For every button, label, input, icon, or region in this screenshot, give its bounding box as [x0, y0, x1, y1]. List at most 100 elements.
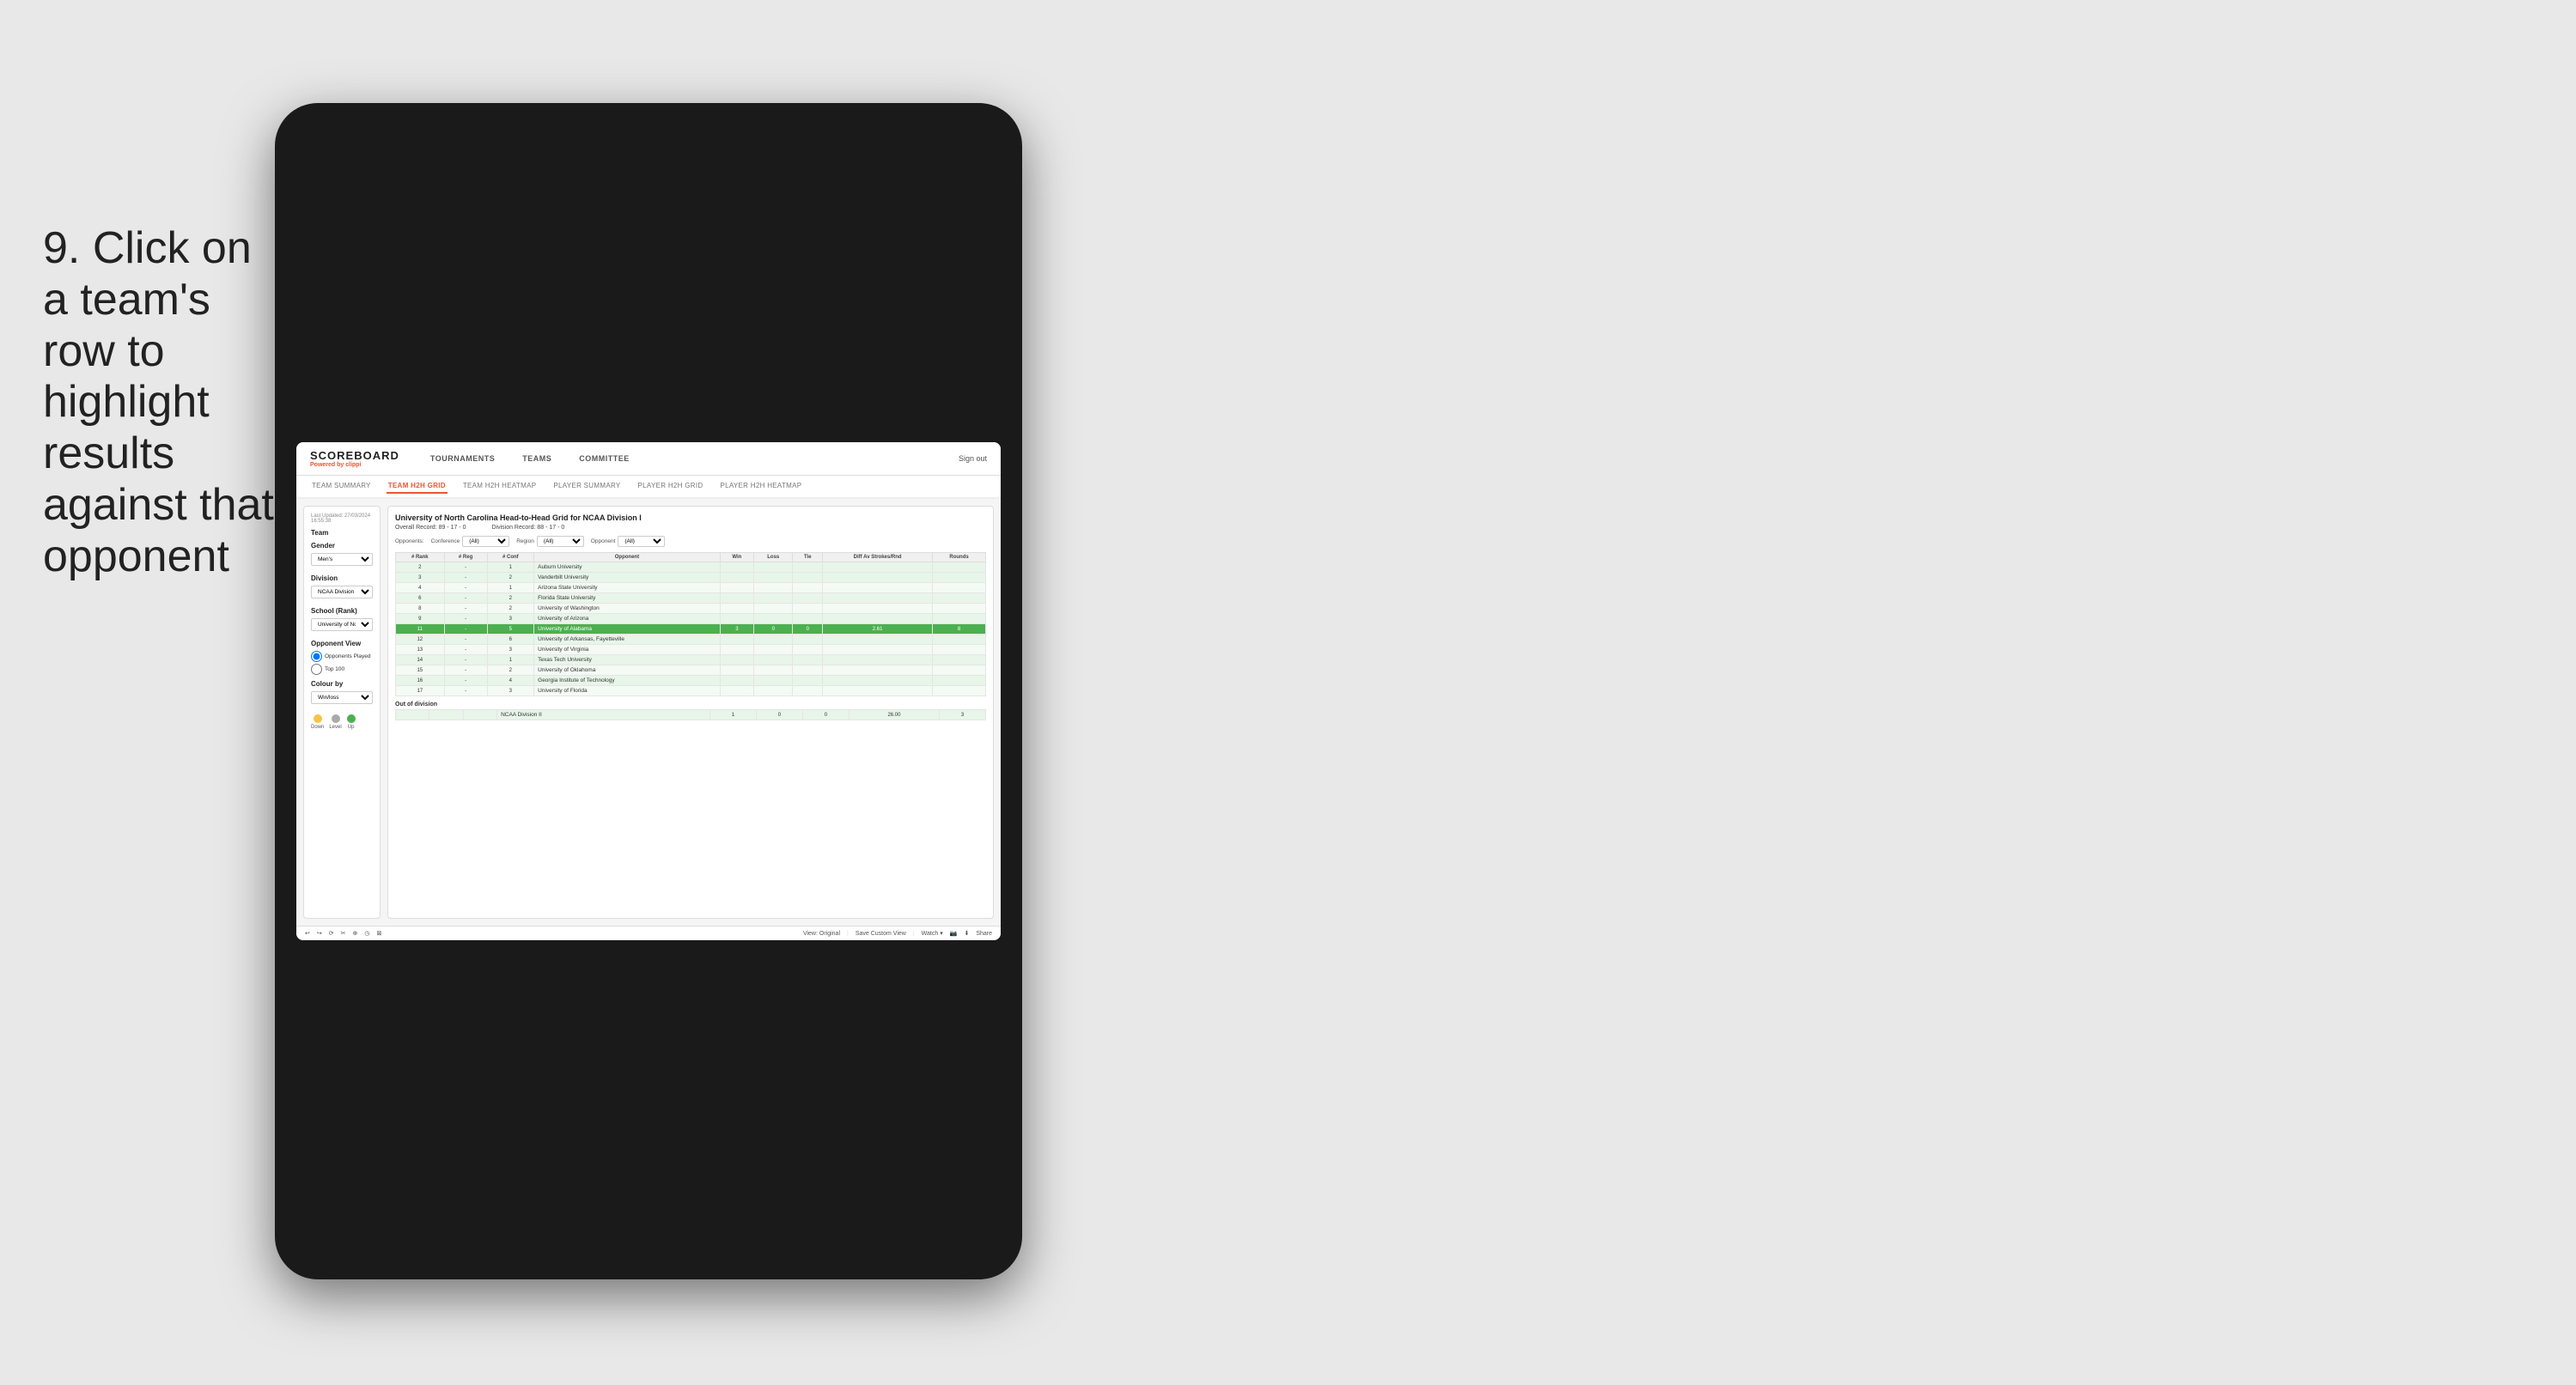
table-row[interactable]: 11-5University of Alabama3002.618 — [396, 624, 986, 635]
table-row[interactable]: 15-2University of Oklahoma — [396, 665, 986, 676]
ood-label: NCAA Division II — [497, 710, 710, 720]
col-loss: Loss — [754, 553, 793, 562]
tab-team-summary[interactable]: TEAM SUMMARY — [310, 479, 373, 494]
camera-btn[interactable]: 📷 — [950, 930, 958, 937]
table-row[interactable]: 16-4Georgia Institute of Technology — [396, 676, 986, 686]
opponent-name: University of Arkansas, Fayetteville — [534, 635, 721, 645]
school-select[interactable]: University of Nort... — [311, 618, 373, 631]
redo-btn[interactable]: ↪ — [317, 930, 322, 937]
colour-by-label: Colour by — [311, 680, 373, 688]
table-row[interactable]: 13-3University of Virginia — [396, 645, 986, 655]
school-label: School (Rank) — [311, 607, 373, 615]
opponent-name: Auburn University — [534, 562, 721, 573]
add-btn[interactable]: ⊕ — [353, 930, 358, 937]
nav-committee[interactable]: COMMITTEE — [574, 451, 635, 466]
table-title: University of North Carolina Head-to-Hea… — [395, 513, 986, 522]
tab-team-h2h-grid[interactable]: TEAM H2H GRID — [387, 479, 448, 494]
top-nav: SCOREBOARD Powered by clippi TOURNAMENTS… — [296, 442, 1001, 476]
out-of-division-row[interactable]: NCAA Division II 1 0 0 26.00 3 — [396, 710, 986, 720]
table-row[interactable]: 9-3University of Arizona — [396, 614, 986, 624]
region-filter: Region (All) — [516, 536, 584, 547]
legend-down: Down — [311, 714, 324, 730]
opponent-name: Georgia Institute of Technology — [534, 676, 721, 686]
undo-btn[interactable]: ↩ — [305, 930, 310, 937]
col-tie: Tie — [793, 553, 823, 562]
division-label: Division — [311, 574, 373, 582]
overall-record: Overall Record: 89 - 17 - 0 — [395, 525, 466, 531]
table-row[interactable]: 14-1Texas Tech University — [396, 655, 986, 665]
tab-player-summary[interactable]: PLAYER SUMMARY — [551, 479, 622, 494]
legend-up: Up — [347, 714, 356, 730]
out-of-division-table: NCAA Division II 1 0 0 26.00 3 — [395, 709, 986, 720]
radio-top100[interactable]: Top 100 — [311, 664, 373, 675]
ood-win: 1 — [710, 710, 757, 720]
device-screen: SCOREBOARD Powered by clippi TOURNAMENTS… — [296, 442, 1001, 940]
logo-area: SCOREBOARD Powered by clippi — [310, 449, 399, 468]
ood-rounds: 3 — [939, 710, 985, 720]
tab-team-h2h-heatmap[interactable]: TEAM H2H HEATMAP — [461, 479, 539, 494]
table-row[interactable]: 17-3University of Florida — [396, 686, 986, 696]
col-win: Win — [720, 553, 753, 562]
division-record: Division Record: 88 - 17 - 0 — [491, 525, 564, 531]
ood-tie: 0 — [802, 710, 849, 720]
table-row[interactable]: 6-2Florida State University — [396, 593, 986, 604]
opponent-view-radio: Opponents Played Top 100 — [311, 651, 373, 675]
region-select[interactable]: (All) — [537, 536, 584, 547]
opponent-name: University of Washington — [534, 604, 721, 614]
opponent-name: University of Arizona — [534, 614, 721, 624]
table-row[interactable]: 3-2Vanderbilt University — [396, 573, 986, 583]
table-row[interactable]: 12-6University of Arkansas, Fayetteville — [396, 635, 986, 645]
view-original-btn[interactable]: View: Original — [803, 931, 840, 937]
nav-teams[interactable]: TEAMS — [517, 451, 557, 466]
sidebar: Last Updated: 27/03/2024 16:55:38 Team G… — [303, 506, 381, 919]
col-conf: # Conf — [487, 553, 534, 562]
device-frame: SCOREBOARD Powered by clippi TOURNAMENTS… — [275, 103, 1022, 1279]
gender-label: Gender — [311, 542, 373, 550]
opponent-select[interactable]: (All) — [618, 536, 665, 547]
level-dot — [332, 714, 340, 723]
last-updated: Last Updated: 27/03/2024 16:55:38 — [311, 513, 373, 524]
share-btn[interactable]: Share — [976, 931, 992, 937]
radio-opponents-played[interactable]: Opponents Played — [311, 651, 373, 662]
col-rank: # Rank — [396, 553, 445, 562]
opponent-name: University of Florida — [534, 686, 721, 696]
opponent-view-label: Opponent View — [311, 640, 373, 647]
up-dot — [347, 714, 356, 723]
filter-btn[interactable]: ⊠ — [376, 930, 381, 937]
main-content: Last Updated: 27/03/2024 16:55:38 Team G… — [296, 499, 1001, 926]
nav-tournaments[interactable]: TOURNAMENTS — [425, 451, 500, 466]
watch-btn[interactable]: Watch ▾ — [922, 930, 943, 937]
table-header-row: # Rank # Reg # Conf Opponent Win Loss Ti… — [396, 553, 986, 562]
ood-loss: 0 — [756, 710, 802, 720]
h2h-table: # Rank # Reg # Conf Opponent Win Loss Ti… — [395, 552, 986, 696]
table-row[interactable]: 2-1Auburn University — [396, 562, 986, 573]
out-of-division-label: Out of division — [395, 702, 986, 708]
out-of-division-section: Out of division NCAA Division II 1 0 0 — [395, 702, 986, 720]
tab-player-h2h-heatmap[interactable]: PLAYER H2H HEATMAP — [718, 479, 803, 494]
filter-row: Opponents: Conference (All) Region (All) — [395, 536, 986, 547]
clock-btn[interactable]: ◷ — [364, 930, 369, 937]
refresh-btn[interactable]: ⟳ — [329, 930, 334, 937]
conference-select[interactable]: (All) — [462, 536, 509, 547]
cut-btn[interactable]: ✂ — [341, 930, 346, 937]
division-select[interactable]: NCAA Division I — [311, 586, 373, 598]
table-row[interactable]: 8-2University of Washington — [396, 604, 986, 614]
opponent-name: University of Oklahoma — [534, 665, 721, 676]
col-opponent: Opponent — [534, 553, 721, 562]
instruction-text: 9. Click on a team's row to highlight re… — [43, 223, 275, 583]
tab-player-h2h-grid[interactable]: PLAYER H2H GRID — [636, 479, 705, 494]
col-rounds: Rounds — [933, 553, 986, 562]
gender-select[interactable]: Men's — [311, 553, 373, 566]
sign-in[interactable]: Sign out — [959, 454, 987, 463]
opponent-filter: Opponent (All) — [591, 536, 666, 547]
opponent-name: Texas Tech University — [534, 655, 721, 665]
table-row[interactable]: 4-1Arizona State University — [396, 583, 986, 593]
opponent-name: Arizona State University — [534, 583, 721, 593]
save-custom-view-btn[interactable]: Save Custom View — [856, 931, 906, 937]
colour-by-select[interactable]: Win/loss — [311, 691, 373, 704]
download-btn[interactable]: ⬇ — [964, 930, 969, 937]
ood-diff: 26.00 — [849, 710, 939, 720]
logo-powered: Powered by clippi — [310, 462, 399, 468]
conference-filter: Conference (All) — [431, 536, 510, 547]
col-reg: # Reg — [444, 553, 487, 562]
